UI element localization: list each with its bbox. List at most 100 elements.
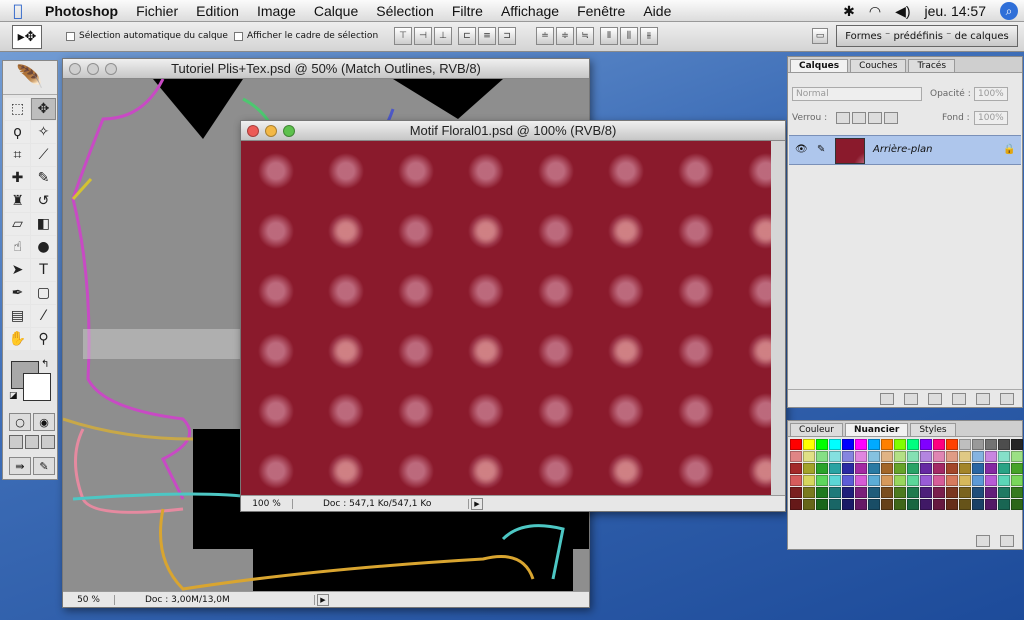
swatch[interactable] [894,451,906,462]
adjustment-layer-icon[interactable] [952,392,966,405]
tab-nuancier[interactable]: Nuancier [844,423,909,436]
swatch[interactable] [920,475,932,486]
swatch[interactable] [790,463,802,474]
swatch[interactable] [1011,499,1023,510]
swatch[interactable] [868,475,880,486]
swatch[interactable] [829,487,841,498]
align-bottom-icon[interactable]: ⊥ [434,27,452,45]
screen-mode-menubar-icon[interactable] [25,435,39,449]
layer-mask-icon[interactable] [904,392,918,405]
swatch[interactable] [868,451,880,462]
menu-aide[interactable]: Aide [634,3,680,19]
swatch[interactable] [842,487,854,498]
pen-tool-icon[interactable]: ✒ [5,282,30,304]
swatch[interactable] [855,499,867,510]
swatch[interactable] [829,463,841,474]
swatch[interactable] [998,439,1010,450]
swatch[interactable] [946,487,958,498]
swatch[interactable] [985,487,997,498]
swatch[interactable] [972,487,984,498]
swatch[interactable] [985,475,997,486]
swatch[interactable] [855,451,867,462]
tab-traces[interactable]: Tracés [908,59,956,72]
swatch[interactable] [816,487,828,498]
swatch[interactable] [803,439,815,450]
zoom-tool-icon[interactable]: ⚲ [31,328,56,350]
zoom-field[interactable]: 50 % [63,594,115,605]
standard-mode-icon[interactable]: ○ [9,413,31,431]
swatch[interactable] [998,499,1010,510]
swatch[interactable] [855,439,867,450]
swatch[interactable] [907,487,919,498]
swatch[interactable] [998,475,1010,486]
swatch[interactable] [959,439,971,450]
swatch[interactable] [933,439,945,450]
menu-selection[interactable]: Sélection [367,3,443,19]
lock-transparency-icon[interactable] [836,112,850,124]
distribute-bottom-icon[interactable]: ≒ [576,27,594,45]
menu-image[interactable]: Image [248,3,305,19]
apple-menu-icon[interactable]:  [0,1,36,20]
swatch[interactable] [842,499,854,510]
trash-icon[interactable] [1000,535,1014,547]
swatch[interactable] [881,451,893,462]
swatch[interactable] [881,463,893,474]
swatch[interactable] [803,451,815,462]
notes-tool-icon[interactable]: ▤ [5,305,30,327]
swatch[interactable] [920,499,932,510]
menu-affichage[interactable]: Affichage [492,3,568,19]
opacity-field[interactable]: 100% [974,87,1008,101]
swatch[interactable] [920,439,932,450]
distribute-vcenter-icon[interactable]: ≑ [556,27,574,45]
swatch[interactable] [972,463,984,474]
blur-tool-icon[interactable]: ☝ [5,236,30,258]
status-menu-arrow-icon[interactable]: ▶ [471,497,483,510]
quick-mask-icon[interactable]: ◉ [33,413,55,431]
canvas[interactable] [241,141,771,495]
magic-wand-icon[interactable]: ✧ [31,121,56,143]
swatch[interactable] [816,451,828,462]
swap-colors-icon[interactable]: ↰ [41,359,49,370]
swatch[interactable] [933,451,945,462]
distribute-top-icon[interactable]: ≐ [536,27,554,45]
zoom-field[interactable]: 100 % [241,498,293,509]
status-menu-arrow-icon[interactable]: ▶ [317,593,329,606]
swatch[interactable] [1011,475,1023,486]
swatch[interactable] [907,475,919,486]
crop-tool-icon[interactable]: ⌗ [5,144,30,166]
swatch[interactable] [933,487,945,498]
tab-styles[interactable]: Styles [910,423,956,436]
shape-tool-icon[interactable]: ▢ [31,282,56,304]
swatch[interactable] [907,499,919,510]
blend-mode-select[interactable]: Normal [792,87,922,101]
presets-tab[interactable]: Formes ⁻ prédéfinis ⁻ de calques [836,25,1018,47]
path-selection-icon[interactable]: ➤ [5,259,30,281]
swatch[interactable] [946,475,958,486]
lock-all-icon[interactable] [884,112,898,124]
swatch[interactable] [829,499,841,510]
history-brush-icon[interactable]: ↺ [31,190,56,212]
align-top-icon[interactable]: ⊤ [394,27,412,45]
swatch[interactable] [816,475,828,486]
swatch[interactable] [790,475,802,486]
swatch[interactable] [946,439,958,450]
swatch[interactable] [790,487,802,498]
swatch[interactable] [1011,463,1023,474]
swatch[interactable] [933,499,945,510]
swatch[interactable] [842,439,854,450]
swatch[interactable] [842,463,854,474]
menu-fichier[interactable]: Fichier [127,3,187,19]
default-colors-icon[interactable]: ◪ [9,391,18,401]
volume-icon[interactable]: ◀) [895,3,910,20]
swatch[interactable] [894,499,906,510]
screen-mode-standard-icon[interactable] [9,435,23,449]
swatch[interactable] [816,439,828,450]
brush-link-icon[interactable]: ✎ [817,144,825,155]
tool-preset-picker[interactable]: ▸✥ [12,25,42,49]
lasso-tool-icon[interactable]: ϙ [5,121,30,143]
swatch[interactable] [881,475,893,486]
jump-to-imageready-icon[interactable]: ⇛ [9,457,31,475]
layer-row[interactable]: 👁 ✎ Arrière-plan 🔒 [789,135,1021,165]
wifi-icon[interactable]: ◠ [869,3,881,20]
swatch[interactable] [933,475,945,486]
